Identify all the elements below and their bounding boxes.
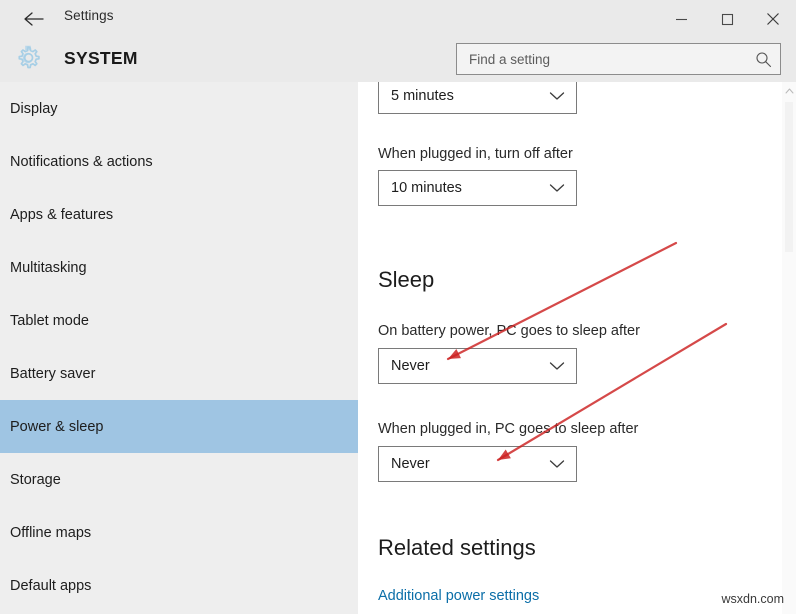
screen-battery-timeout-value: 5 minutes xyxy=(391,88,454,104)
sidebar-item-label: Storage xyxy=(10,471,61,488)
settings-window: Settings SYSTEM Find a setting Display N… xyxy=(0,0,796,614)
sidebar-item-notifications-actions[interactable]: Notifications & actions xyxy=(0,135,358,188)
title-bar: Settings xyxy=(0,0,796,38)
screen-plugged-timeout-dropdown[interactable]: 10 minutes xyxy=(378,170,577,206)
sleep-battery-value: Never xyxy=(391,358,430,374)
chevron-down-icon xyxy=(538,171,576,205)
chevron-down-icon xyxy=(538,447,576,481)
watermark: wsxdn.com xyxy=(721,592,784,606)
back-arrow-icon xyxy=(23,11,45,27)
sidebar-item-storage[interactable]: Storage xyxy=(0,453,358,506)
screen-plugged-timeout-label: When plugged in, turn off after xyxy=(378,146,573,162)
sidebar-item-label: Default apps xyxy=(10,577,92,594)
sleep-battery-label: On battery power, PC goes to sleep after xyxy=(378,323,640,339)
minimize-button[interactable] xyxy=(658,0,704,38)
sidebar-item-default-apps[interactable]: Default apps xyxy=(0,559,358,612)
sidebar-item-multitasking[interactable]: Multitasking xyxy=(0,241,358,294)
sidebar-item-label: Battery saver xyxy=(10,365,96,382)
system-category-icon-wrap xyxy=(8,41,48,79)
sidebar-item-label: Multitasking xyxy=(10,259,87,276)
sidebar-item-tablet-mode[interactable]: Tablet mode xyxy=(0,294,358,347)
window-title: Settings xyxy=(64,8,114,23)
scrollbar-thumb[interactable] xyxy=(785,102,793,252)
sidebar-item-battery-saver[interactable]: Battery saver xyxy=(0,347,358,400)
sidebar-item-label: Notifications & actions xyxy=(10,153,153,170)
settings-sidebar: Display Notifications & actions Apps & fea… xyxy=(0,82,358,614)
back-button[interactable] xyxy=(12,4,56,34)
search-input[interactable] xyxy=(457,44,746,74)
sidebar-item-display[interactable]: Display xyxy=(0,82,358,135)
search-box[interactable] xyxy=(456,43,781,75)
sleep-battery-dropdown[interactable]: Never xyxy=(378,348,577,384)
maximize-icon xyxy=(721,13,734,26)
gear-icon xyxy=(15,45,41,76)
page-title: SYSTEM xyxy=(64,48,138,68)
screen-battery-timeout-dropdown[interactable]: 5 minutes xyxy=(378,82,577,114)
additional-power-settings-link[interactable]: Additional power settings xyxy=(378,588,539,604)
settings-content-panel: 5 minutes When plugged in, turn off afte… xyxy=(358,82,796,614)
sidebar-item-label: Apps & features xyxy=(10,206,114,223)
screen-plugged-timeout-value: 10 minutes xyxy=(391,180,462,196)
sleep-plugged-label: When plugged in, PC goes to sleep after xyxy=(378,421,639,437)
chevron-down-icon xyxy=(538,82,576,113)
chevron-down-icon xyxy=(538,349,576,383)
sidebar-item-label: Offline maps xyxy=(10,524,92,541)
sidebar-item-offline-maps[interactable]: Offline maps xyxy=(0,506,358,559)
related-settings-heading: Related settings xyxy=(378,535,536,560)
window-controls xyxy=(658,0,796,38)
search-icon[interactable] xyxy=(746,44,780,74)
sidebar-item-label: Display xyxy=(10,100,58,117)
close-button[interactable] xyxy=(750,0,796,38)
content-scrollbar[interactable] xyxy=(782,82,796,614)
maximize-button[interactable] xyxy=(704,0,750,38)
close-icon xyxy=(766,12,780,26)
category-header: SYSTEM xyxy=(0,38,796,82)
sleep-plugged-dropdown[interactable]: Never xyxy=(378,446,577,482)
scroll-up-arrow-icon[interactable] xyxy=(782,84,796,98)
sleep-plugged-value: Never xyxy=(391,456,430,472)
sidebar-item-apps-features[interactable]: Apps & features xyxy=(0,188,358,241)
minimize-icon xyxy=(675,13,688,26)
sleep-section-heading: Sleep xyxy=(378,267,435,292)
sidebar-item-label: Tablet mode xyxy=(10,312,89,329)
sidebar-item-power-sleep[interactable]: Power & sleep xyxy=(0,400,358,453)
sidebar-item-label: Power & sleep xyxy=(10,418,104,435)
